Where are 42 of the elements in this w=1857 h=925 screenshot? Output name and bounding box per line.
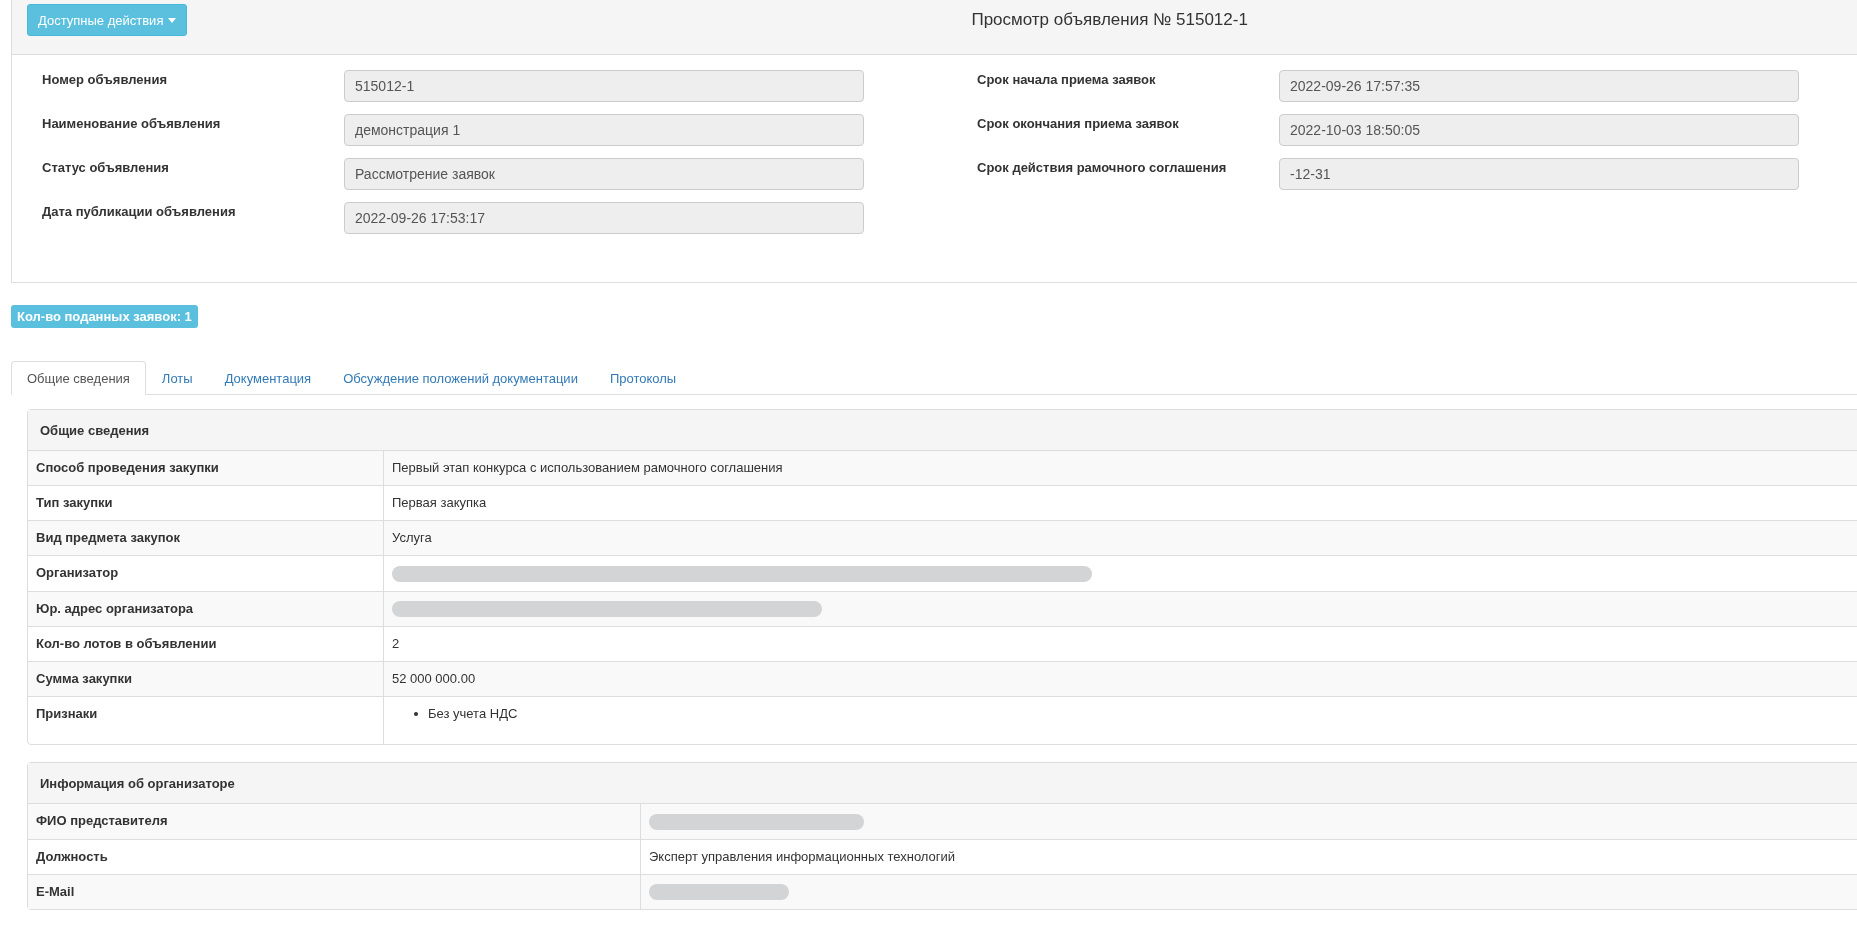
panel-heading: Общие сведения [28,410,1857,451]
table-cell: Сумма закупки [28,662,384,697]
tab[interactable]: Лоты [145,361,209,395]
table-cell: 2 [392,636,400,652]
field-label: Дата публикации объявления [42,203,237,221]
field-label: Наименование объявления [42,115,222,133]
readonly-field[interactable]: демонстрация 1 [344,114,864,146]
table-cell: Организатор [28,556,384,591]
table-cell: Первый этап конкурса с использованием рамочного соглашения [392,460,783,475]
table-cell: Юр. адрес организатора [28,591,384,627]
table-cell: Вид предмета закупок [28,521,384,555]
table-cell: Услуга [392,530,432,545]
table-cell: Эксперт управления информационных технологий [649,848,956,864]
panel-heading: Информация об организаторе [28,763,1857,805]
table-cell: Признаки [28,697,384,745]
field-label: Номер объявления [42,71,168,89]
bids-count-badge: Кол-во поданных заявок: 1 [11,305,198,328]
tab[interactable]: Общие сведения [11,361,146,395]
readonly-field[interactable]: Рассмотрение заявок [344,158,864,190]
readonly-field[interactable]: -12-31 [1279,158,1799,190]
field-label: Срок начала приема заявок [977,71,1157,89]
table-cell: Должность [28,839,641,874]
readonly-field[interactable]: 2022-09-26 17:53:17 [344,202,864,234]
readonly-field[interactable]: 2022-10-03 18:50:05 [1279,114,1799,146]
readonly-field[interactable]: 515012-1 [344,70,864,102]
table-cell: Тип закупки [28,486,384,520]
table-cell: E-Mail [28,874,641,910]
tab[interactable]: Документация [208,361,328,395]
tab[interactable]: Протоколы [593,361,693,395]
readonly-field[interactable]: 2022-09-26 17:57:35 [1279,70,1799,102]
table-cell: Кол-во лотов в объявлении [28,627,384,662]
list-item: Без учета НДС [414,706,1857,722]
field-label: Срок окончания приема заявок [977,115,1180,133]
field-label: Статус объявления [42,159,170,177]
field-label: Срок действия рамочного соглашения [977,159,1228,177]
page-title: Просмотр объявления № 515012-1 [970,9,1248,30]
tab[interactable]: Обсуждение положений документации [327,361,594,395]
table-cell: Способ проведения закупки [28,451,384,485]
table-cell: Первая закупка [392,495,487,510]
table-cell: ФИО представителя [28,804,641,839]
caret-icon [168,17,177,23]
table-cell: 52 000 000.00 [392,671,476,687]
